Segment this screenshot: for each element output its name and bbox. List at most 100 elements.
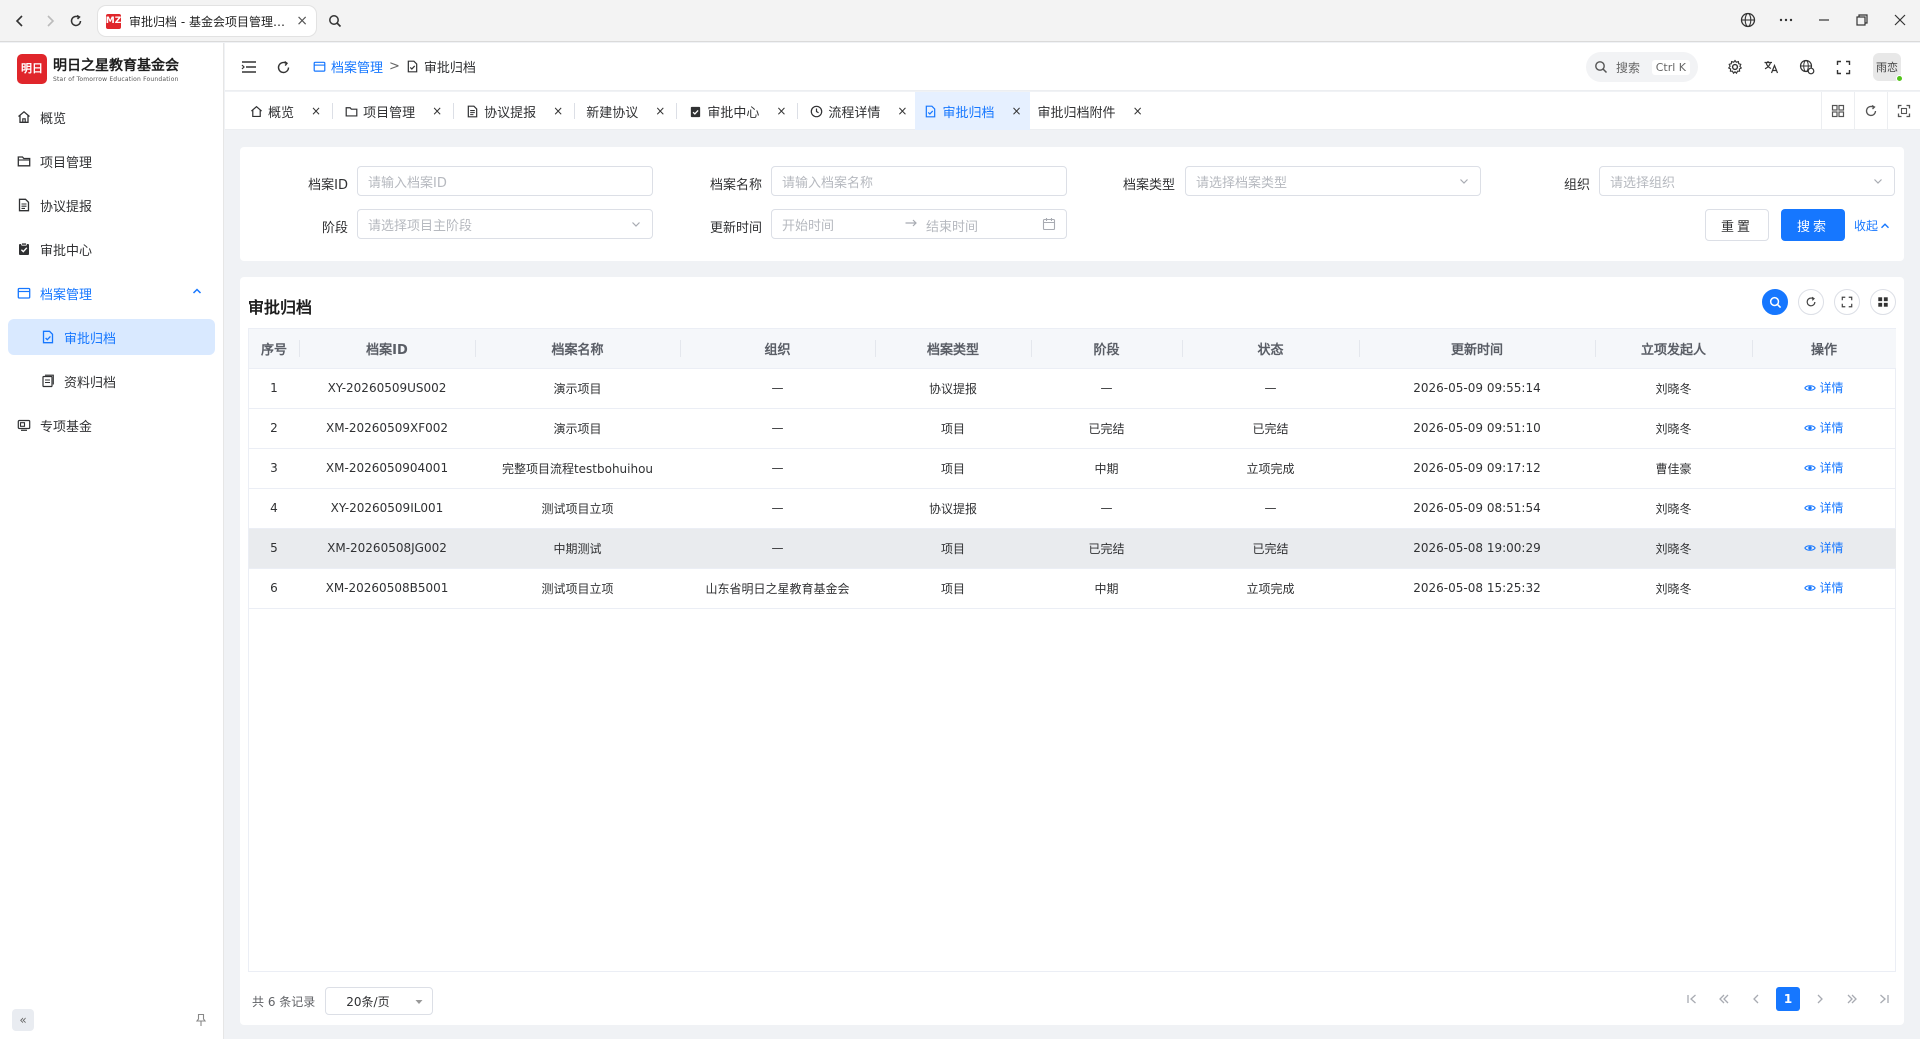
- tab-approval-archive[interactable]: 审批归档 ×: [915, 92, 1030, 130]
- prev-five-icon[interactable]: [1712, 987, 1736, 1011]
- globe-icon[interactable]: [1740, 10, 1756, 30]
- home-icon: [16, 109, 32, 125]
- tab-projects[interactable]: 项目管理 ×: [336, 92, 450, 130]
- tab-agreements[interactable]: 协议提报 ×: [457, 92, 571, 130]
- table-row[interactable]: 6 XM-20260508B5001 测试项目立项 山东省明日之星教育基金会 项…: [249, 568, 1896, 609]
- detail-link[interactable]: 详情: [1804, 379, 1844, 396]
- prev-page-icon[interactable]: [1744, 987, 1768, 1011]
- back-icon[interactable]: [10, 11, 30, 31]
- breadcrumb-parent[interactable]: 档案管理: [313, 57, 383, 76]
- refresh-icon[interactable]: [273, 57, 293, 77]
- avatar[interactable]: 雨恋: [1873, 53, 1903, 82]
- first-page-icon[interactable]: [1680, 987, 1704, 1011]
- tab-search-icon[interactable]: [322, 8, 348, 34]
- archive-name-input[interactable]: 请输入档案名称: [771, 166, 1067, 196]
- detail-link[interactable]: 详情: [1804, 459, 1844, 476]
- cell-archive-name: 演示项目: [475, 368, 680, 409]
- table-row[interactable]: 4 XY-20260509IL001 测试项目立项 — 协议提报 — — 202…: [249, 488, 1896, 529]
- cell-initiator: 刘晓冬: [1595, 368, 1752, 409]
- close-icon[interactable]: ×: [311, 104, 321, 118]
- sidebar-item-approval-archive[interactable]: 审批归档: [8, 319, 215, 355]
- detail-link[interactable]: 详情: [1804, 579, 1844, 596]
- reset-button[interactable]: 重置: [1705, 209, 1769, 241]
- search-icon: [1594, 60, 1608, 74]
- sidebar-item-overview[interactable]: 概览: [8, 99, 215, 135]
- page-size-select[interactable]: 20条/页: [325, 987, 434, 1015]
- logo[interactable]: 明日 明日之星教育基金会 Star of Tomorrow Education …: [17, 54, 179, 84]
- close-icon[interactable]: ×: [1133, 104, 1143, 118]
- document-icon: [465, 104, 479, 118]
- table-row[interactable]: 1 XY-20260509US002 演示项目 — 协议提报 — — 2026-…: [249, 368, 1896, 409]
- reload-tab-icon[interactable]: [1854, 92, 1887, 130]
- column-settings-icon[interactable]: [1870, 289, 1896, 315]
- tab-label: 协议提报: [484, 105, 537, 121]
- refresh-table-icon[interactable]: [1798, 289, 1824, 315]
- tab-new-agreement[interactable]: 新建协议 ×: [578, 92, 673, 130]
- calendar-icon: [1042, 217, 1056, 231]
- global-search[interactable]: 搜索 Ctrl K: [1586, 52, 1698, 82]
- update-time-range[interactable]: 开始时间 结束时间: [771, 209, 1067, 239]
- search-button[interactable]: 搜索: [1781, 209, 1845, 241]
- browser-tab[interactable]: MZ 审批归档 - 基金会项目管理系统 ×: [98, 6, 316, 36]
- pin-icon[interactable]: [190, 1009, 212, 1031]
- tab-approval-center[interactable]: 审批中心 ×: [680, 92, 794, 130]
- sidebar-item-special-fund[interactable]: 专项基金: [8, 407, 215, 443]
- sidebar-item-approval-center[interactable]: 审批中心: [8, 231, 215, 267]
- cell-status: 已完结: [1182, 528, 1359, 569]
- table-row-highlighted[interactable]: 5 XM-20260508JG002 中期测试 — 项目 已完结 已完结 202…: [249, 528, 1896, 569]
- stage-select[interactable]: 请选择项目主阶段: [357, 209, 653, 239]
- page-number-current[interactable]: 1: [1776, 987, 1800, 1011]
- page-size-value: 20条/页: [346, 994, 390, 1009]
- settings-icon[interactable]: [1725, 56, 1745, 78]
- end-time-placeholder: 结束时间: [926, 220, 979, 235]
- close-window-icon[interactable]: [1892, 10, 1908, 30]
- collapse-sidebar-button[interactable]: «: [12, 1009, 34, 1031]
- more-icon[interactable]: [1778, 10, 1794, 30]
- tab-approval-archive-attachments[interactable]: 审批归档附件 ×: [1030, 92, 1151, 130]
- cell-stage: —: [1031, 368, 1182, 409]
- detail-link[interactable]: 详情: [1804, 499, 1844, 516]
- archive-type-placeholder: 请选择档案类型: [1196, 175, 1288, 191]
- last-page-icon[interactable]: [1872, 987, 1896, 1011]
- reload-icon[interactable]: [66, 11, 86, 31]
- sidebar-item-agreements[interactable]: 协议提报: [8, 187, 215, 223]
- close-icon[interactable]: ×: [432, 104, 442, 118]
- tab-overview[interactable]: 概览 ×: [241, 92, 329, 130]
- sidebar-item-material-archive[interactable]: 资料归档: [8, 363, 215, 399]
- clipboard-check-icon: [688, 104, 702, 118]
- table-row[interactable]: 2 XM-20260509XF002 演示项目 — 项目 已完结 已完结 202…: [249, 408, 1896, 449]
- tab-process-detail[interactable]: 流程详情 ×: [801, 92, 915, 130]
- next-page-icon[interactable]: [1808, 987, 1832, 1011]
- maximize-content-icon[interactable]: [1887, 92, 1920, 130]
- archive-icon: [16, 285, 32, 301]
- fullscreen-icon[interactable]: [1833, 56, 1853, 78]
- minimize-icon[interactable]: [1816, 10, 1832, 30]
- sidebar-item-projects[interactable]: 项目管理: [8, 143, 215, 179]
- fullscreen-table-icon[interactable]: [1834, 289, 1860, 315]
- table-row[interactable]: 3 XM-2026050904001 完整项目流程testbohuihou — …: [249, 448, 1896, 489]
- detail-link[interactable]: 详情: [1804, 539, 1844, 556]
- detail-link[interactable]: 详情: [1804, 419, 1844, 436]
- close-icon[interactable]: ×: [655, 104, 665, 118]
- close-icon[interactable]: ×: [1011, 104, 1021, 118]
- menu-toggle-icon[interactable]: [239, 57, 259, 77]
- collapse-filter-button[interactable]: 收起: [1854, 217, 1890, 234]
- close-icon[interactable]: ×: [553, 104, 563, 118]
- archive-type-select[interactable]: 请选择档案类型: [1185, 166, 1481, 196]
- close-tab-icon[interactable]: ×: [296, 13, 308, 29]
- eye-icon: [1804, 582, 1817, 594]
- translate-icon[interactable]: [1761, 56, 1781, 78]
- language-settings-icon[interactable]: [1797, 56, 1817, 78]
- close-icon[interactable]: ×: [776, 104, 786, 118]
- toggle-search-icon[interactable]: [1762, 289, 1788, 315]
- forward-icon[interactable]: [40, 11, 60, 31]
- org-select[interactable]: 请选择组织: [1599, 166, 1895, 196]
- file-check-icon: [406, 60, 419, 73]
- restore-icon[interactable]: [1854, 10, 1870, 30]
- grid-view-icon[interactable]: [1821, 92, 1854, 130]
- archive-id-input[interactable]: 请输入档案ID: [357, 166, 653, 196]
- close-icon[interactable]: ×: [897, 104, 907, 118]
- cell-index: 3: [249, 448, 299, 489]
- sidebar-item-archive-management[interactable]: 档案管理: [8, 275, 215, 311]
- next-five-icon[interactable]: [1840, 987, 1864, 1011]
